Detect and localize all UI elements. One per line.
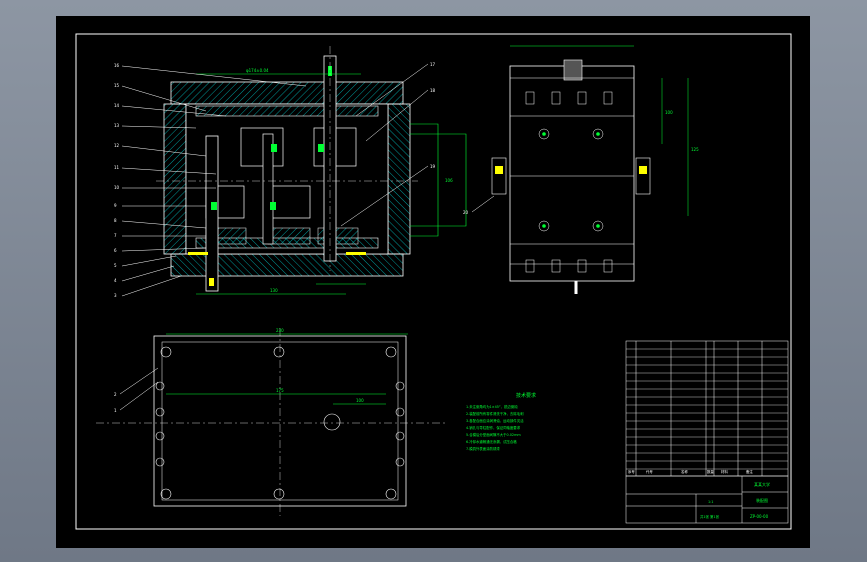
bom-header: 序号 [628, 469, 635, 474]
dim-side: 106 [445, 178, 453, 183]
tech-req-line: 4.销孔与导柱配作，保证同轴度要求 [466, 425, 521, 430]
bom-header: 名称 [681, 469, 688, 474]
bom-header-row: 序号 代号 名称 数量 材料 备注 [628, 469, 753, 474]
title-company: 某某大学 [754, 481, 770, 487]
dim-plan-inner: 175 [276, 388, 284, 393]
tech-req-line: 2.装配前所有零件清洗干净，去除毛刺 [466, 411, 524, 416]
part-label: 8 [114, 218, 117, 223]
front-section-view: φ174±0.04 130 106 [156, 46, 467, 295]
part-label: 5 [114, 263, 117, 268]
bom-rows [626, 348, 788, 470]
title-scale: 1:1 [708, 500, 713, 504]
plan-view: 230 175 100 2 1 [96, 328, 446, 516]
dim-side-2: 125 [691, 147, 699, 152]
part-label: 18 [430, 88, 436, 93]
part-label: 10 [114, 185, 120, 190]
part-label: 1 [114, 408, 117, 413]
dim-side-1: 100 [665, 110, 673, 115]
bom-table [625, 340, 789, 477]
tech-req-line: 7.模具外表面涂防锈漆 [466, 446, 500, 451]
tech-req-line: 1.未注倒角均为1×45°，锐边倒钝 [466, 404, 518, 409]
title-sheet: 共1张 第1张 [700, 514, 720, 519]
technical-requirements: 技术要求 1.未注倒角均为1×45°，锐边倒钝 2.装配前所有零件清洗干净，去除… [466, 392, 536, 451]
part-label: 13 [114, 123, 120, 128]
dim-bottom: 130 [270, 288, 278, 293]
part-label: 20 [463, 210, 469, 215]
tech-req-line: 6.冷却水道畅通无渗漏，试压合格 [466, 439, 517, 444]
dim-plan-width: 230 [276, 328, 284, 333]
title-drawing-no: ZP-00-00 [750, 514, 769, 519]
cad-viewport[interactable]: φ174±0.04 130 106 16 15 14 13 12 11 10 9… [56, 16, 810, 548]
part-label: 16 [114, 63, 120, 68]
part-label: 19 [430, 164, 436, 169]
side-view: 100 125 20 [463, 45, 699, 294]
part-label: 6 [114, 248, 117, 253]
part-label: 7 [114, 233, 117, 238]
tech-req-line: 3.各配合面应涂润滑油，运动部件灵活 [466, 418, 524, 423]
part-label: 9 [114, 203, 117, 208]
part-label: 17 [430, 62, 436, 67]
dim-plan-hole: 100 [356, 398, 364, 403]
part-label: 11 [114, 165, 120, 170]
part-label: 14 [114, 103, 120, 108]
tech-req-title: 技术要求 [516, 392, 536, 399]
bom-header: 备注 [746, 469, 753, 474]
title-drawing-name: 装配图 [756, 497, 768, 503]
bom-header: 数量 [707, 469, 714, 474]
tech-req-line: 5.合模后分型面间隙不大于0.02mm [466, 432, 521, 437]
part-label: 12 [114, 143, 120, 148]
bom-header: 代号 [646, 469, 653, 474]
assembly-drawing: φ174±0.04 130 106 16 15 14 13 12 11 10 9… [75, 33, 792, 530]
part-label: 4 [114, 278, 117, 283]
dim-top: φ174±0.04 [246, 68, 269, 73]
bom-header: 材料 [721, 469, 728, 474]
part-label: 3 [114, 293, 117, 298]
part-label: 2 [114, 392, 117, 397]
part-label: 15 [114, 83, 120, 88]
